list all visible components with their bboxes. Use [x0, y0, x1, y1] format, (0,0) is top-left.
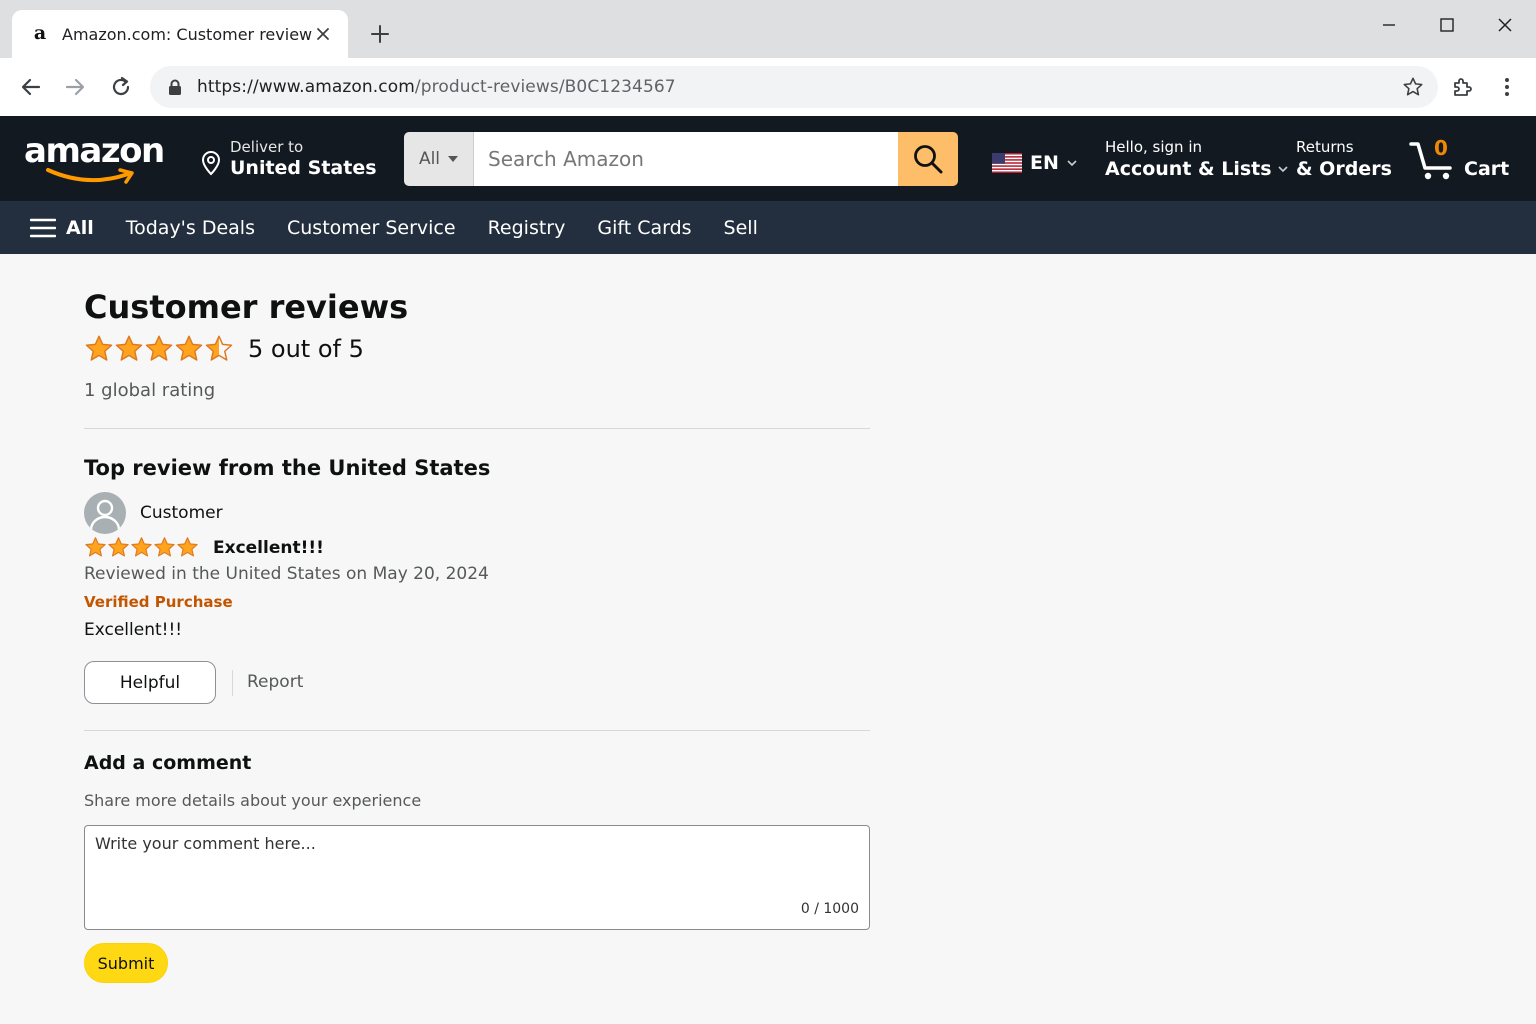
maximize-icon[interactable] — [1432, 12, 1462, 38]
rating-text: 5 out of 5 — [248, 335, 364, 363]
cart-button[interactable]: 0 Cart — [1408, 136, 1518, 184]
search-category-label: All — [418, 149, 441, 169]
divider — [232, 670, 233, 696]
caret-down-icon — [448, 156, 459, 162]
address-bar[interactable]: https://www.amazon.com/product-reviews/B… — [150, 66, 1438, 108]
star-icon — [175, 335, 203, 361]
divider — [84, 730, 870, 731]
language-selector[interactable]: EN — [992, 152, 1077, 174]
nav-sell[interactable]: Sell — [724, 217, 758, 239]
reviewer-name: Customer — [140, 503, 223, 523]
star-icon — [85, 335, 113, 361]
cart-count: 0 — [1434, 136, 1448, 160]
nav-all-menu[interactable]: All — [30, 217, 94, 239]
reviewer-profile[interactable]: Customer — [84, 492, 223, 534]
deliver-to-location[interactable]: Deliver to United States — [200, 138, 380, 182]
tab-close-icon[interactable] — [312, 23, 334, 45]
lock-icon[interactable] — [168, 78, 184, 96]
chevron-down-icon — [1277, 165, 1288, 172]
search-button[interactable] — [898, 132, 958, 186]
star-icon — [115, 335, 143, 361]
review-body: Excellent!!! — [84, 620, 183, 640]
report-link[interactable]: Report — [247, 672, 303, 692]
comment-box: 0 / 1000 — [84, 825, 870, 930]
chevron-down-icon — [1067, 159, 1077, 166]
nav-todays-deals[interactable]: Today's Deals — [126, 217, 255, 239]
top-review-heading: Top review from the United States — [84, 456, 491, 480]
overall-rating: 5 out of 5 — [84, 334, 364, 364]
submit-button[interactable]: Submit — [84, 943, 168, 983]
star-icon — [108, 537, 129, 557]
browser-toolbar: https://www.amazon.com/product-reviews/B… — [0, 58, 1536, 116]
divider — [84, 428, 870, 429]
search-bar: All — [404, 132, 958, 186]
hamburger-menu-icon — [30, 218, 56, 237]
reload-icon[interactable] — [106, 72, 136, 102]
review-date: Reviewed in the United States on May 20,… — [84, 564, 489, 584]
amazon-logo[interactable]: amazon — [24, 132, 165, 184]
deliver-country: United States — [230, 157, 377, 179]
character-counter: 0 / 1000 — [800, 901, 859, 917]
nav-registry[interactable]: Registry — [488, 217, 566, 239]
returns-label: Returns — [1296, 138, 1354, 156]
location-pin-icon — [201, 150, 221, 176]
review-star-rating[interactable] — [84, 536, 199, 559]
account-greeting: Hello, sign in — [1105, 138, 1203, 156]
tab-title: Amazon.com: Customer reviews — [62, 24, 312, 44]
browser-tabstrip: a Amazon.com: Customer reviews — [0, 0, 1536, 58]
search-category-dropdown[interactable]: All — [404, 132, 474, 186]
review-title[interactable]: Excellent!!! — [213, 538, 324, 558]
forward-arrow-icon[interactable] — [60, 72, 90, 102]
star-icon — [145, 335, 173, 361]
browser-tab-active[interactable]: a Amazon.com: Customer reviews — [12, 10, 348, 58]
add-comment-heading: Add a comment — [84, 752, 252, 774]
star-icon — [85, 537, 106, 557]
page-title: Customer reviews — [84, 288, 409, 326]
account-lists-label: Account & Lists — [1105, 158, 1272, 180]
helpful-button[interactable]: Helpful — [84, 661, 216, 704]
minimize-icon[interactable] — [1374, 12, 1404, 38]
browser-menu-kebab-icon[interactable] — [1492, 72, 1522, 102]
star-icon — [177, 537, 198, 557]
bookmark-star-icon[interactable] — [1402, 76, 1424, 98]
deliver-label: Deliver to — [230, 138, 304, 156]
search-icon — [914, 145, 943, 174]
extensions-puzzle-icon[interactable] — [1448, 72, 1478, 102]
review-header: Excellent!!! — [84, 536, 324, 559]
new-tab-plus-icon[interactable] — [366, 20, 394, 48]
account-and-lists[interactable]: Hello, sign in Account & Lists — [1105, 138, 1288, 180]
star-icon — [154, 537, 175, 557]
global-rating-count[interactable]: 1 global rating — [84, 380, 215, 401]
search-input[interactable] — [474, 132, 898, 186]
amazon-nav-bar: All Today's Deals Customer Service Regis… — [0, 201, 1536, 254]
language-code: EN — [1030, 152, 1059, 174]
nav-gift-cards[interactable]: Gift Cards — [597, 217, 691, 239]
comment-textarea[interactable] — [85, 826, 869, 929]
url-text[interactable]: https://www.amazon.com/product-reviews/B… — [197, 77, 1402, 97]
star-icon — [205, 335, 233, 361]
star-icon — [131, 537, 152, 557]
overall-star-rating — [84, 334, 234, 364]
nav-customer-service[interactable]: Customer Service — [287, 217, 456, 239]
returns-and-orders[interactable]: Returns & Orders — [1296, 138, 1392, 180]
add-comment-subtitle: Share more details about your experience — [84, 791, 422, 810]
avatar-user-icon — [84, 492, 126, 534]
window-close-icon[interactable] — [1490, 12, 1520, 38]
amazon-header: amazon Deliver to United States All Sear… — [0, 116, 1536, 201]
back-arrow-icon[interactable] — [16, 72, 46, 102]
verified-purchase-badge: Verified Purchase — [84, 593, 233, 611]
orders-label: & Orders — [1296, 158, 1392, 180]
amazon-favicon-icon: a — [33, 22, 47, 44]
cart-label: Cart — [1464, 158, 1510, 180]
amazon-smile-icon — [46, 168, 134, 184]
us-flag-icon — [992, 153, 1022, 173]
